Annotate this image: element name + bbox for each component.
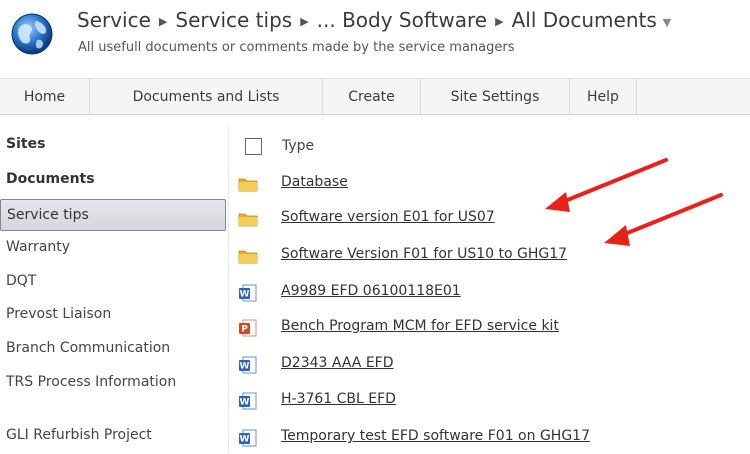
document-link[interactable]: H-3761 CBL EFD (281, 391, 396, 407)
leftnav-item-prevost-liaison[interactable]: Prevost Liaison (0, 306, 226, 322)
page-header: Service ▶ Service tips ▶ ... Body Softwa… (0, 0, 750, 78)
left-navigation: Sites Documents Service tips Warranty DQ… (0, 126, 228, 454)
word-doc-icon[interactable]: W (238, 392, 258, 410)
top-navigation: Home Documents and Lists Create Site Set… (0, 78, 750, 115)
word-doc-icon[interactable]: W (238, 356, 258, 374)
list-item: P Bench Program MCM for EFD service kit (229, 316, 729, 340)
leftnav-item-branch-communication[interactable]: Branch Communication (0, 340, 226, 356)
nav-site-settings[interactable]: Site Settings (421, 79, 570, 114)
breadcrumb-separator-icon: ▶ (158, 14, 168, 28)
svg-text:W: W (240, 435, 250, 445)
leftnav-item-trs-process-information[interactable]: TRS Process Information (0, 373, 200, 391)
list-item: Software Version F01 for US10 to GHG17 (229, 244, 729, 268)
folder-icon[interactable] (238, 175, 258, 193)
folder-icon[interactable] (238, 210, 258, 228)
breadcrumb-body-software[interactable]: ... Body Software (317, 8, 487, 32)
folder-icon[interactable] (238, 247, 258, 265)
leftnav-item-service-tips[interactable]: Service tips (0, 199, 226, 231)
leftnav-item-dqt[interactable]: DQT (0, 273, 226, 289)
document-link[interactable]: Temporary test EFD software F01 on GHG17 (281, 428, 590, 444)
breadcrumb-all-documents[interactable]: All Documents (512, 8, 657, 32)
list-item: Software version E01 for US07 (229, 207, 729, 231)
breadcrumb-separator-icon: ▶ (495, 14, 504, 28)
document-link[interactable]: Database (281, 174, 348, 190)
select-all-checkbox[interactable] (245, 137, 262, 155)
list-item: W Temporary test EFD software F01 on GHG… (229, 426, 729, 450)
list-item: W H-3761 CBL EFD (229, 389, 729, 413)
nav-help[interactable]: Help (570, 79, 637, 114)
document-link[interactable]: Software Version F01 for US10 to GHG17 (281, 246, 567, 262)
document-link[interactable]: A9989 EFD 06100118E01 (281, 283, 461, 299)
leftnav-item-warranty[interactable]: Warranty (0, 239, 226, 255)
page-description: All usefull documents or comments made b… (78, 40, 515, 55)
document-link[interactable]: D2343 AAA EFD (281, 355, 394, 371)
svg-text:W: W (240, 362, 250, 372)
word-doc-icon[interactable]: W (238, 429, 258, 447)
nav-create[interactable]: Create (323, 79, 421, 114)
svg-text:P: P (241, 325, 248, 335)
breadcrumb-service[interactable]: Service (77, 8, 151, 32)
svg-text:W: W (240, 290, 250, 300)
document-link[interactable]: Bench Program MCM for EFD service kit (281, 318, 559, 334)
breadcrumb: Service ▶ Service tips ▶ ... Body Softwa… (77, 6, 671, 34)
chevron-down-icon[interactable]: ▼ (663, 16, 671, 29)
type-column-label[interactable]: Type (282, 138, 314, 154)
leftnav-heading-sites[interactable]: Sites (0, 136, 226, 152)
list-column-header: Type (245, 136, 314, 156)
nav-documents-and-lists[interactable]: Documents and Lists (90, 79, 323, 114)
breadcrumb-separator-icon: ▶ (300, 14, 309, 28)
document-link[interactable]: Software version E01 for US07 (281, 209, 495, 225)
list-item: W A9989 EFD 06100118E01 (229, 281, 729, 305)
powerpoint-doc-icon[interactable]: P (238, 319, 258, 337)
breadcrumb-service-tips[interactable]: Service tips (175, 8, 292, 32)
globe-icon[interactable] (9, 12, 55, 56)
svg-text:W: W (240, 398, 250, 408)
list-item: Database (229, 172, 729, 196)
leftnav-item-gli-refurbish-project[interactable]: GLI Refurbish Project (0, 427, 226, 443)
list-item: W D2343 AAA EFD (229, 353, 729, 377)
nav-home[interactable]: Home (0, 79, 90, 114)
word-doc-icon[interactable]: W (238, 284, 258, 302)
leftnav-heading-documents[interactable]: Documents (0, 171, 226, 187)
document-list: Type Database Software version E01 for U… (229, 126, 750, 454)
